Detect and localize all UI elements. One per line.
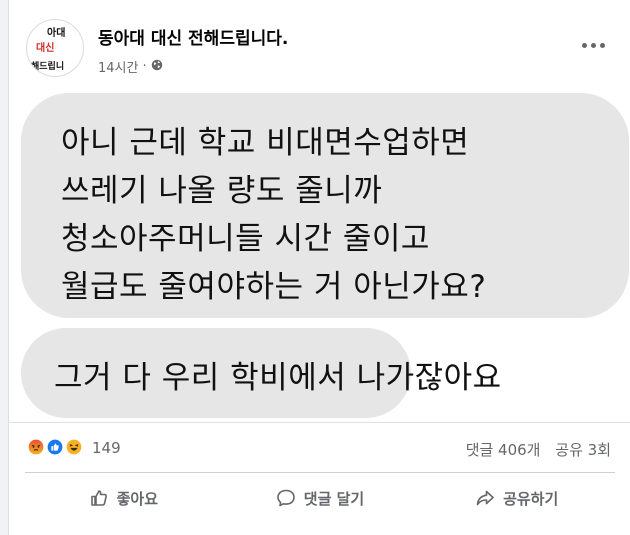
post-meta: 14시간 · — [98, 57, 163, 76]
share-button[interactable]: 공유하기 — [418, 473, 615, 523]
share-count[interactable]: 공유 3회 — [555, 441, 611, 459]
page-name-link[interactable]: 동아대 대신 전해드립니다. — [98, 24, 288, 49]
comment-label: 댓글 달기 — [303, 489, 365, 508]
meta-separator: · — [142, 59, 147, 74]
bubble2-line1: 그거 다 우리 학비에서 나가잖아요 — [54, 360, 502, 396]
comment-button[interactable]: 댓글 달기 — [222, 473, 419, 523]
post-card: 아대 대신 해드립니 동아대 대신 전해드립니다. 14시간 · 아니 근데 학… — [8, 0, 630, 535]
bubble1-line3: 청소아주머니들 시간 줄이고 — [61, 221, 430, 257]
engagement-stats: 댓글 406개 공유 3회 — [466, 439, 611, 460]
comment-count[interactable]: 댓글 406개 — [466, 441, 541, 459]
reaction-count[interactable]: 149 — [92, 439, 121, 457]
haha-icon[interactable] — [63, 436, 85, 458]
like-icon[interactable] — [44, 436, 66, 458]
action-bar: 좋아요 댓글 달기 공유하기 — [25, 473, 615, 523]
more-options-icon[interactable] — [575, 33, 611, 57]
post-image[interactable]: 아니 근데 학교 비대면수업하면 쓰레기 나올 량도 줄니까 청소아주머니들 시… — [9, 90, 630, 422]
avatar-text-line1: 아대 — [47, 28, 66, 39]
message-bubble-2: 그거 다 우리 학비에서 나가잖아요 — [21, 328, 501, 418]
thumbs-up-icon — [90, 490, 107, 506]
message-bubble-1: 아니 근데 학교 비대면수업하면 쓰레기 나올 량도 줄니까 청소아주머니들 시… — [21, 93, 629, 318]
angry-icon[interactable] — [25, 436, 47, 458]
like-label: 좋아요 — [116, 489, 159, 508]
share-icon — [476, 490, 494, 506]
page-avatar[interactable]: 아대 대신 해드립니 — [26, 19, 84, 77]
like-button[interactable]: 좋아요 — [25, 473, 222, 523]
avatar-text-line2: 대신 — [36, 43, 55, 54]
post-header: 아대 대신 해드립니 동아대 대신 전해드립니다. 14시간 · — [9, 0, 630, 90]
post-timestamp[interactable]: 14시간 — [98, 57, 138, 76]
bubble1-line2: 쓰레기 나올 량도 줄니까 — [61, 173, 383, 209]
reactions-summary: 149 댓글 406개 공유 3회 — [9, 423, 630, 471]
globe-icon[interactable] — [151, 59, 163, 75]
bubble1-line1: 아니 근데 학교 비대면수업하면 — [61, 125, 470, 161]
avatar-text-line3: 해드립니 — [31, 62, 65, 72]
share-label: 공유하기 — [503, 489, 559, 508]
comment-icon — [276, 489, 295, 507]
bubble1-line4: 월급도 줄여야하는 거 아닌가요? — [61, 269, 487, 305]
